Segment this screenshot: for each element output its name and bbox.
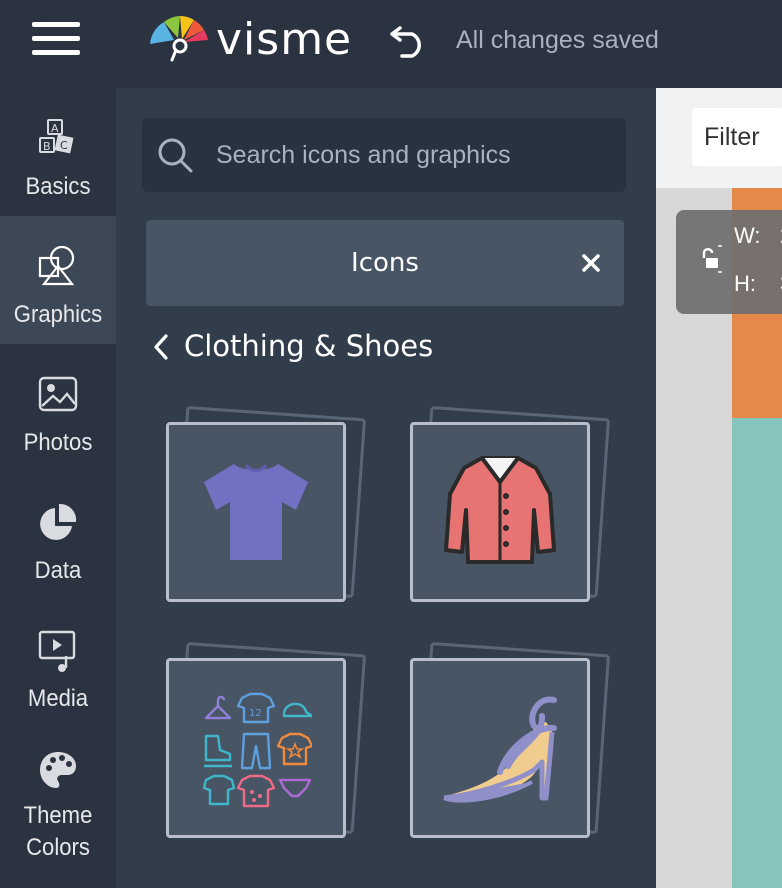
close-icon[interactable] [578,250,604,276]
undo-icon[interactable] [388,20,430,58]
category-chip-icons[interactable]: Icons [146,220,624,306]
rail-item-data[interactable]: Data [0,472,116,600]
clothing-set-icon: 12 [202,692,312,808]
blocks-icon: A B C [39,119,74,154]
graphic-tile-high-heel[interactable] [410,641,611,858]
photo-icon [38,376,78,412]
rail-label-photos: Photos [23,429,93,456]
rail-item-photos[interactable]: Photos [0,344,116,472]
canvas-teal-shape[interactable] [732,418,782,888]
svg-text:A: A [51,122,59,135]
svg-text:B: B [43,140,51,153]
graphics-panel: Icons Clothing & Shoes [116,88,656,888]
search-icon [158,138,193,173]
tshirt-icon [204,464,308,560]
svg-text:12: 12 [249,708,262,719]
hamburger-menu-icon[interactable] [32,22,80,56]
media-icon [38,630,76,672]
shapes-icon [38,245,75,286]
top-bar: visme All changes saved [0,0,782,88]
rail-item-basics[interactable]: A B C Basics [0,88,116,216]
size-controls: W: H: 2 3 [676,210,782,314]
rail-item-theme-colors[interactable]: Theme Colors [0,728,116,888]
height-label: H: [734,271,756,296]
visme-logo[interactable]: visme [146,10,376,66]
chevron-left-icon [154,334,168,360]
rail-label-basics: Basics [25,173,91,200]
visme-logo-mark-icon [150,16,208,62]
jacket-icon [444,456,556,564]
subcategory-title: Clothing & Shoes [184,329,434,363]
graphic-tile-clothing-set[interactable]: 12 [166,641,367,858]
rail-label-data: Data [34,557,82,584]
canvas-toolbar: Filter [656,88,782,188]
svg-text:C: C [60,139,68,152]
graphic-tile-jacket[interactable] [410,405,611,622]
rail-label-theme: Theme [23,802,93,829]
graphic-tile-tshirt[interactable] [166,405,367,622]
unlock-icon[interactable] [700,244,722,274]
rail-item-graphics[interactable]: Graphics [0,216,116,344]
width-label: W: [734,223,761,248]
palette-icon [40,752,76,788]
design-canvas[interactable]: Filter W: H: 2 3 [656,88,782,888]
rail-label-colors: Colors [26,834,90,861]
search-box[interactable] [142,118,626,192]
rail-label-theme-colors: Theme Colors [5,800,112,864]
save-status: All changes saved [456,26,659,54]
high-heel-icon [443,696,557,803]
left-rail: A B C Basics Graphics Photos Data Media … [0,88,116,888]
rail-item-media[interactable]: Media [0,600,116,728]
category-chip-label: Icons [351,248,419,278]
rail-label-media: Media [27,685,89,712]
search-input[interactable] [216,136,606,174]
filter-button[interactable]: Filter [692,108,782,166]
brand-wordmark: visme [216,14,353,65]
pie-chart-icon [40,503,77,540]
rail-label-graphics: Graphics [13,301,103,328]
